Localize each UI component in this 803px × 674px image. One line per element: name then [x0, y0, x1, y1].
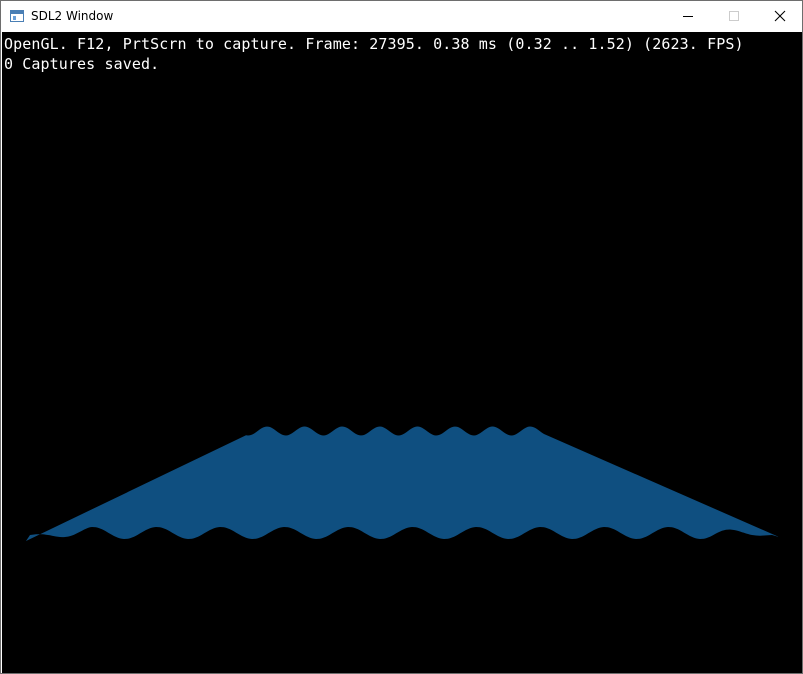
sdl2-window: SDL2 Window OpenGL. F12, PrtScrn to capt… [0, 0, 803, 674]
captures-overlay-text: 0 Captures saved. [4, 55, 160, 73]
wave-shape-scene [26, 426, 779, 541]
window-app-icon[interactable] [10, 10, 24, 22]
maximize-button[interactable] [711, 1, 757, 32]
window-title: SDL2 Window [31, 9, 114, 23]
status-overlay-text: OpenGL. F12, PrtScrn to capture. Frame: … [4, 35, 744, 53]
wave-shape [26, 426, 779, 541]
close-button[interactable] [757, 1, 803, 32]
title-bar[interactable]: SDL2 Window [1, 1, 802, 32]
render-canvas[interactable]: OpenGL. F12, PrtScrn to capture. Frame: … [2, 32, 802, 673]
close-icon [774, 10, 786, 22]
minimize-button[interactable] [665, 1, 711, 32]
